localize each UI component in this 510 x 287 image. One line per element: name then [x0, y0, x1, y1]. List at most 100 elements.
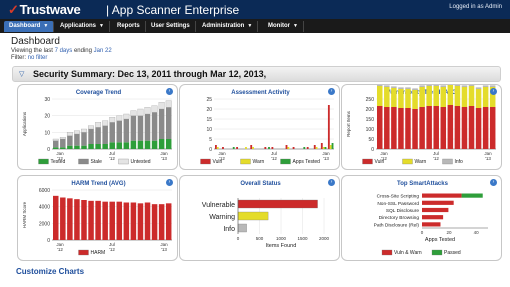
viewing-days-link[interactable]: 7 days: [55, 48, 73, 54]
nav-monitor[interactable]: Monitor ▼: [263, 21, 304, 32]
bar-tested: [67, 145, 73, 149]
bar-harm: [165, 203, 172, 240]
y-tick-label: 250: [366, 97, 375, 103]
y-axis-label: HARM Score: [22, 201, 27, 228]
bar-stale: [109, 122, 115, 143]
x-tick-label: '13: [323, 156, 329, 161]
panel-menu-icon[interactable]: ›: [166, 179, 173, 186]
nav-administration[interactable]: Administration ▼: [197, 21, 259, 32]
legend-label: Warn: [415, 159, 427, 165]
bar-vuln: [250, 145, 253, 149]
panel-menu-icon[interactable]: ›: [490, 179, 497, 186]
trustwave-logo[interactable]: ✓Trustwave: [8, 2, 81, 18]
panel-menu-icon[interactable]: ›: [490, 88, 497, 95]
panel-menu-icon[interactable]: ›: [328, 88, 335, 95]
nav-reports[interactable]: Reports: [112, 21, 146, 32]
y-tick-label: 25: [206, 97, 212, 103]
bar-warn: [440, 87, 447, 107]
x-tick-label: 40: [474, 230, 480, 235]
panel-menu-icon[interactable]: ›: [328, 179, 335, 186]
panel-menu-icon[interactable]: ›: [166, 88, 173, 95]
y-tick-label: 20: [206, 107, 212, 113]
bar-untested: [123, 113, 130, 120]
bar-tested: [60, 147, 66, 149]
overall-status-chart: Overall Status 0 500 1000 1500 2000 Vulnerable…: [202, 181, 330, 249]
bar-warn: [461, 87, 468, 107]
bar-tested: [144, 140, 151, 149]
bar-warn: [252, 147, 254, 149]
bar-stale: [81, 132, 87, 146]
harm-trend-panel: HARM Trend (AVG) HARM Score 6000 4000 2000 0 J…: [17, 175, 178, 261]
y-tick-label: 5: [209, 137, 212, 143]
bar-harm: [95, 200, 101, 240]
y-tick-label: 30: [44, 97, 50, 103]
bar-tested: [165, 139, 172, 149]
bar-stale: [67, 135, 73, 146]
bar-warn: [482, 87, 489, 107]
bar-stale: [123, 119, 130, 143]
x-tick-label: 2000: [319, 236, 330, 241]
top-smartattacks-chart: Top SmartAttacks Cross-Site ScriptingNon-…: [374, 181, 488, 256]
legend-label: Stale: [91, 159, 103, 165]
category-label: Directory Browsing: [379, 215, 420, 221]
x-tick-label: '12: [433, 156, 439, 161]
bar-vuln-warn: [422, 222, 441, 227]
bar-vuln-warn: [422, 207, 449, 213]
y-tick-label: 4000: [39, 205, 50, 211]
bar-vuln: [271, 147, 274, 149]
nav-user-settings[interactable]: User Settings: [146, 21, 196, 32]
nav-dashboard[interactable]: Dashboard ▼: [4, 21, 55, 32]
bar-stale: [88, 129, 94, 144]
bar-vuln: [405, 108, 411, 149]
bar-untested: [102, 120, 109, 126]
nav-applications[interactable]: Applications ▼: [55, 21, 110, 32]
legend-label: Apps Tested: [293, 159, 321, 165]
viewing-date-link[interactable]: Jan 22: [94, 48, 112, 54]
bar-warn: [245, 147, 247, 149]
bar-warn: [426, 86, 432, 106]
collapse-icon[interactable]: ▽: [19, 70, 24, 78]
bar-apps-tested: [303, 147, 306, 149]
bar-harm: [74, 199, 80, 240]
bar-warn: [468, 86, 475, 106]
security-summary-bar[interactable]: ▽ Security Summary: Dec 13, 2011 through…: [12, 66, 501, 82]
bar-tested: [95, 144, 101, 149]
bar-info: [482, 85, 489, 87]
legend-swatch: [402, 158, 413, 165]
bar-apps-tested: [268, 147, 270, 149]
bar-warn: [447, 85, 454, 105]
bar-vuln: [320, 143, 323, 149]
filter-row: Filter: no filter: [11, 55, 47, 61]
status-bar: [237, 223, 247, 233]
category-label: Info: [223, 226, 235, 233]
bar-harm: [130, 202, 137, 240]
bar-info: [426, 85, 432, 86]
nav-dashboard-label: Dashboard: [9, 23, 41, 29]
legend-label: Vuln: [375, 159, 385, 165]
bar-vuln: [475, 108, 482, 149]
customize-charts-link[interactable]: Customize Charts: [16, 267, 84, 276]
legend-label: HARM: [91, 250, 106, 256]
bar-tested: [116, 142, 123, 149]
bar-harm: [109, 201, 115, 240]
bar-untested: [81, 128, 87, 133]
bar-vuln: [454, 106, 461, 149]
bar-tested: [137, 140, 144, 149]
bar-vuln: [461, 107, 468, 149]
legend-label: Vuln: [213, 159, 223, 165]
bar-warn: [329, 145, 332, 149]
header-bar: ✓Trustwave | App Scanner Enterprise Logg…: [0, 0, 510, 19]
bar-stale: [53, 140, 59, 148]
bar-untested: [74, 130, 80, 135]
bar-stale: [144, 114, 151, 141]
bar-warn: [419, 87, 425, 107]
bar-stale: [151, 112, 158, 141]
bar-vuln: [447, 105, 454, 149]
bar-vuln: [384, 107, 390, 149]
legend-swatch: [431, 249, 443, 256]
bar-harm: [53, 195, 59, 240]
legend-swatch: [362, 158, 373, 165]
bar-harm: [116, 201, 123, 240]
filter-link[interactable]: no filter: [28, 55, 48, 61]
x-tick-label: 500: [256, 236, 264, 241]
